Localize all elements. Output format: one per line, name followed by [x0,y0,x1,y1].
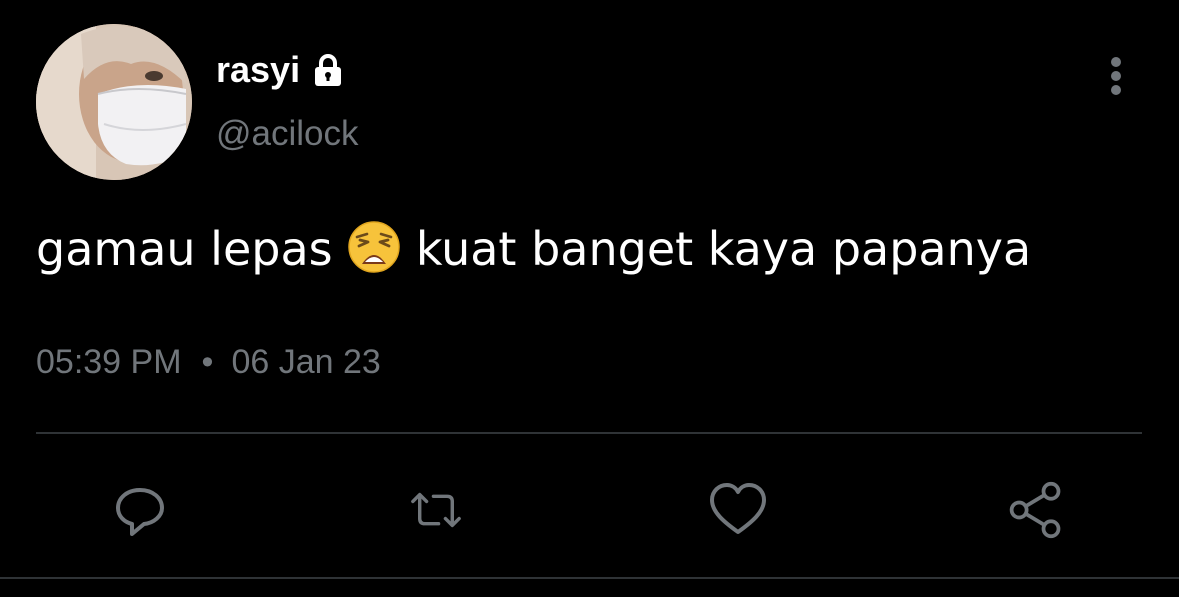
reply-icon [116,488,164,536]
tweet-meta: 05:39 PM • 06 Jan 23 [36,340,381,384]
lock-icon [310,52,346,88]
weary-face-emoji-icon [347,220,401,274]
tweet-text: gamau lepas kuat banget kaya papanya [36,220,1031,277]
more-options-button[interactable] [1096,52,1136,100]
more-vertical-icon [1111,57,1121,95]
tweet-time[interactable]: 05:39 PM [36,343,182,381]
reply-button[interactable] [110,480,170,540]
display-name[interactable]: rasyi [216,50,346,90]
avatar-photo [36,24,192,180]
retweet-icon [411,492,461,528]
tweet-date[interactable]: 06 Jan 23 [231,343,380,381]
avatar[interactable] [36,24,192,180]
divider [36,432,1142,434]
share-button[interactable] [1006,480,1066,540]
tweet-text-part-1: gamau lepas [36,222,333,276]
like-icon [710,483,766,534]
share-icon [1009,481,1061,539]
meta-separator: • [201,343,214,381]
bottom-divider [0,577,1179,579]
tweet-text-part-2: kuat banget kaya papanya [415,222,1032,276]
like-button[interactable] [708,480,768,540]
retweet-button[interactable] [406,480,466,540]
user-handle[interactable]: @acilock [216,114,359,154]
display-name-text[interactable]: rasyi [216,50,300,90]
